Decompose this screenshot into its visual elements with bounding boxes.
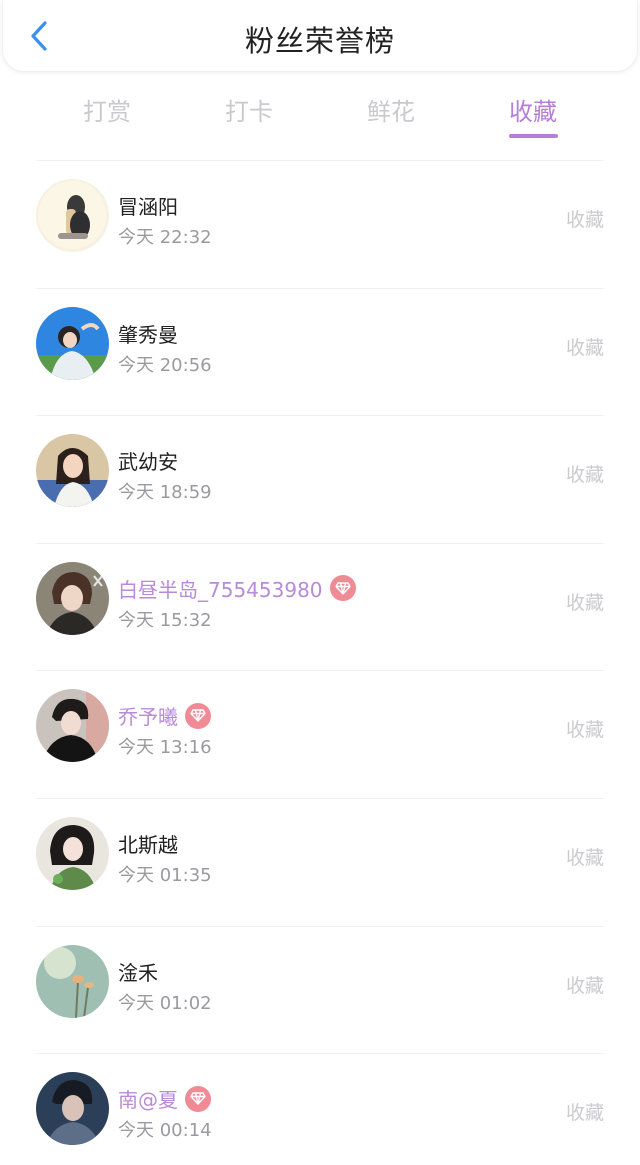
diamond-icon	[329, 575, 356, 602]
user-name[interactable]: 白昼半岛_755453980	[118, 574, 356, 603]
action-tag: 收藏	[565, 336, 604, 359]
diamond-icon	[185, 1085, 211, 1112]
user-name[interactable]: 南@夏	[118, 1084, 211, 1113]
list-item[interactable]: 武幼安 今天 18:59 收藏	[0, 416, 640, 544]
tab-favorites[interactable]: 收藏	[473, 92, 593, 127]
tab-flowers[interactable]: 鲜花	[331, 92, 451, 127]
timestamp: 今天 22:32	[118, 227, 212, 248]
avatar[interactable]	[36, 561, 109, 635]
avatar[interactable]	[36, 306, 109, 380]
timestamp: 今天 15:32	[118, 609, 212, 631]
fan-honor-page: 粉丝荣誉榜 打赏 打卡 鲜花 收藏 冒涵阳 今天 22:32 收藏 肇秀曼 今天…	[0, 0, 640, 1165]
user-name[interactable]: 北斯越	[118, 829, 178, 858]
user-name[interactable]: 冒涵阳	[118, 191, 178, 220]
list-item[interactable]: 冒涵阳 今天 22:32 收藏	[0, 161, 640, 289]
tab-checkin[interactable]: 打卡	[189, 92, 309, 127]
fan-list: 冒涵阳 今天 22:32 收藏 肇秀曼 今天 20:56 收藏 武幼安 今天 1…	[0, 161, 640, 1165]
action-tag: 收藏	[565, 1102, 604, 1125]
top-nav-bar: 粉丝荣誉榜	[2, 0, 638, 72]
list-item[interactable]: 乔予曦 今天 13:16 收藏	[0, 671, 640, 799]
user-name[interactable]: 乔予曦	[118, 701, 211, 730]
action-tag: 收藏	[565, 846, 604, 869]
avatar[interactable]	[36, 179, 109, 252]
list-item[interactable]: 南@夏 今天 00:14 收藏	[0, 1054, 640, 1165]
user-name[interactable]: 肇秀曼	[118, 319, 178, 348]
action-tag: 收藏	[565, 464, 604, 487]
list-item[interactable]: 肇秀曼 今天 20:56 收藏	[0, 289, 640, 417]
list-item[interactable]: 淦禾 今天 01:02 收藏	[0, 927, 640, 1055]
avatar[interactable]	[36, 689, 109, 763]
action-tag: 收藏	[565, 209, 604, 231]
timestamp: 今天 00:14	[118, 1120, 212, 1142]
list-item[interactable]: 白昼半岛_755453980 今天 15:32 收藏	[0, 544, 640, 672]
user-name[interactable]: 淦禾	[118, 957, 158, 986]
user-name[interactable]: 武幼安	[118, 446, 178, 475]
avatar[interactable]	[36, 434, 109, 508]
active-tab-indicator	[509, 134, 558, 138]
tab-reward[interactable]: 打赏	[47, 92, 167, 127]
page-title: 粉丝荣誉榜	[244, 24, 395, 58]
timestamp: 今天 01:02	[118, 992, 212, 1014]
diamond-icon	[185, 702, 211, 729]
avatar[interactable]	[36, 816, 109, 890]
avatar[interactable]	[36, 1072, 109, 1146]
timestamp: 今天 13:16	[118, 737, 212, 759]
action-tag: 收藏	[565, 974, 604, 997]
action-tag: 收藏	[565, 719, 604, 742]
timestamp: 今天 01:35	[118, 864, 212, 886]
timestamp: 今天 18:59	[118, 482, 212, 504]
action-tag: 收藏	[565, 591, 604, 614]
avatar[interactable]	[36, 944, 109, 1018]
list-item[interactable]: 北斯越 今天 01:35 收藏	[0, 799, 640, 927]
timestamp: 今天 20:56	[118, 354, 212, 376]
